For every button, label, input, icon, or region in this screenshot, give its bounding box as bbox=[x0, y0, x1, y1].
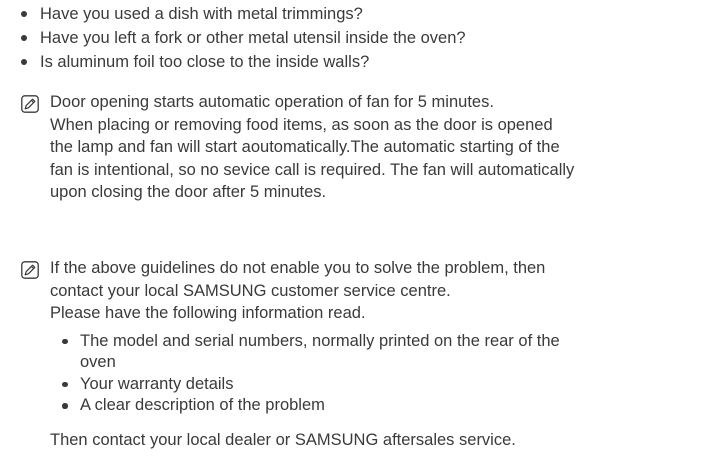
info-item: The model and serial numbers, normally p… bbox=[60, 331, 698, 374]
note-line: upon closing the door after 5 minutes. bbox=[50, 183, 327, 201]
note-line: Door opening starts automatic operation … bbox=[50, 93, 494, 111]
note-line: the lamp and fan will start aoutomatical… bbox=[50, 138, 560, 156]
note-line: If the above guidelines do not enable yo… bbox=[50, 259, 546, 277]
fan-operation-note: Door opening starts automatic operation … bbox=[21, 91, 698, 204]
note-line: fan is intentional, so no sevice call is… bbox=[50, 160, 575, 179]
manual-page: Have you used a dish with metal trimming… bbox=[0, 0, 702, 472]
required-info-list: The model and serial numbers, normally p… bbox=[50, 331, 698, 417]
note-line: When placing or removing food items, as … bbox=[50, 115, 553, 134]
info-item: Your warranty details bbox=[60, 374, 698, 396]
info-item-line: The model and serial numbers, normally p… bbox=[80, 331, 560, 350]
checklist-item: Have you used a dish with metal trimming… bbox=[20, 2, 466, 26]
info-item: A clear description of the problem bbox=[60, 395, 698, 417]
service-contact-note: If the above guidelines do not enable yo… bbox=[21, 257, 698, 451]
checklist-item: Is aluminum foil too close to the inside… bbox=[20, 50, 466, 74]
info-item-line: Your warranty details bbox=[80, 374, 234, 393]
note-line: contact your local SAMSUNG customer serv… bbox=[50, 281, 451, 300]
note-pencil-icon bbox=[21, 95, 39, 113]
info-item-line: A clear description of the problem bbox=[80, 396, 325, 414]
note-pencil-icon bbox=[21, 261, 39, 279]
checklist-item: Have you left a fork or other metal uten… bbox=[20, 26, 466, 50]
troubleshooting-checklist: Have you used a dish with metal trimming… bbox=[20, 2, 466, 74]
note-text: Door opening starts automatic operation … bbox=[50, 91, 698, 204]
closing-instruction: Then contact your local dealer or SAMSUN… bbox=[50, 430, 516, 449]
info-item-line: oven bbox=[80, 353, 116, 371]
note-line: Please have the following information re… bbox=[50, 304, 366, 322]
note-text: If the above guidelines do not enable yo… bbox=[50, 257, 698, 451]
